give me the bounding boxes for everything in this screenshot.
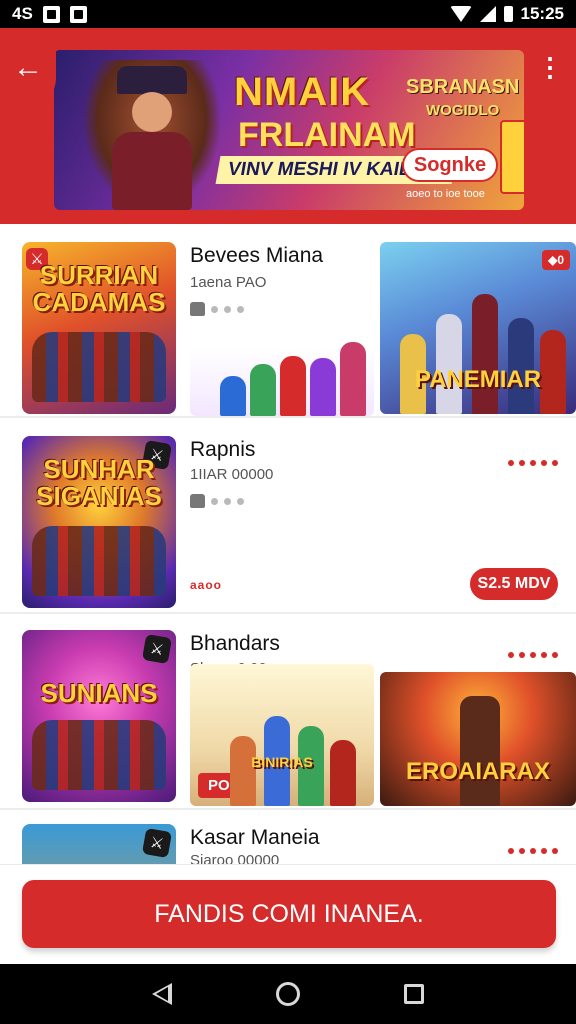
rating-row [190,494,244,508]
promo-title: PANEMIAR [414,366,542,393]
thumb-up-icon[interactable] [190,302,205,316]
banner-badge-sub: WOGIDLO [426,102,500,119]
game-thumbnail[interactable]: ⚔ SUNIANS [22,630,176,802]
status-bar: 4S 15:25 [0,0,576,28]
triangle-back-icon[interactable] [152,983,172,1005]
sword-icon: ⚔ [141,827,173,859]
banner-hero-image [82,60,222,210]
rating-dots [508,652,558,658]
circle-home-icon[interactable] [276,982,300,1006]
sword-icon: ⚔ [141,633,173,665]
square-recent-icon[interactable] [404,984,424,1004]
thumbnail-title: SUNIANS [40,678,158,708]
game-name[interactable]: Bhandars [190,632,280,656]
promo-title: EROAIARAX [405,758,550,785]
system-nav-bar [0,964,576,1024]
wifi-icon [449,6,472,22]
rating-dots [508,460,558,466]
game-thumbnail[interactable]: ⚔ SUNHAR SIGANIAS [22,436,176,608]
banner-title: NMAIK [234,70,371,114]
banner-character-card [500,120,524,194]
bottom-action-bar: FANDIS COMI INANEA. [0,864,576,964]
promo-image[interactable]: ◆0 PANEMIAR [380,242,576,414]
promo-image[interactable]: EROAIARAX [380,672,576,806]
arrow-left-icon: ← [13,51,43,84]
banner-cta-button[interactable]: Sognke [402,148,498,182]
promo-image[interactable]: POBI BINIRIAS [190,664,374,806]
thumbnail-title: SURRIAN CADAMAS [32,260,166,317]
game-name[interactable]: Kasar Maneia [190,826,320,850]
message-icon [69,5,87,23]
price-button[interactable]: S2.5 MDV [470,568,558,600]
game-thumbnail[interactable]: ⚔ SURRIAN CADAMAS [22,242,176,414]
promo-tag: ◆0 [542,250,570,270]
primary-cta-button[interactable]: FANDIS COMI INANEA. [22,880,556,948]
status-time: 15:25 [520,4,564,23]
game-subtitle: 1IIAR 00000 [190,466,274,483]
promo-image[interactable] [190,320,374,416]
banner-subtitle: FRLAINAM [238,116,416,154]
notification-icon [42,5,60,23]
list-item[interactable]: ⚔ SUNHAR SIGANIAS Rapnis 1IIAR 00000 aao… [0,420,576,614]
red-label: aaoo [190,578,223,592]
game-subtitle: 1aena PAO [190,274,267,291]
back-button[interactable]: ← [0,28,56,108]
banner-small-text: aoeo to ioe tooe [406,188,485,200]
thumb-up-icon[interactable] [190,494,205,508]
promo-banner[interactable]: NMAIK FRLAINAM VINV MESHI IV KAIBSNI SBR… [54,50,524,210]
more-options-button[interactable]: ⋮ [524,28,576,106]
signal-icon [479,6,496,22]
list-item[interactable]: ⚔ SURRIAN CADAMAS Bevees Miana 1aena PAO… [0,224,576,418]
banner-badge: SBRANASN [406,76,520,98]
header: NMAIK FRLAINAM VINV MESHI IV KAIBSNI SBR… [0,28,576,224]
rating-row [190,302,244,316]
game-name[interactable]: Rapnis [190,438,255,462]
promo-small-title: BINIRIAS [251,754,313,770]
rating-dots [508,848,558,854]
more-vertical-icon: ⋮ [537,51,563,82]
game-name[interactable]: Bevees Miana [190,244,323,268]
list-item[interactable]: ⚔ SUNIANS Bhandars Slarao 0.00 POBI BINI… [0,616,576,810]
status-left-text: 4S [12,4,33,23]
game-list: ⚔ SURRIAN CADAMAS Bevees Miana 1aena PAO… [0,224,576,964]
battery-icon [503,6,513,22]
thumbnail-title: SUNHAR SIGANIAS [36,454,162,511]
